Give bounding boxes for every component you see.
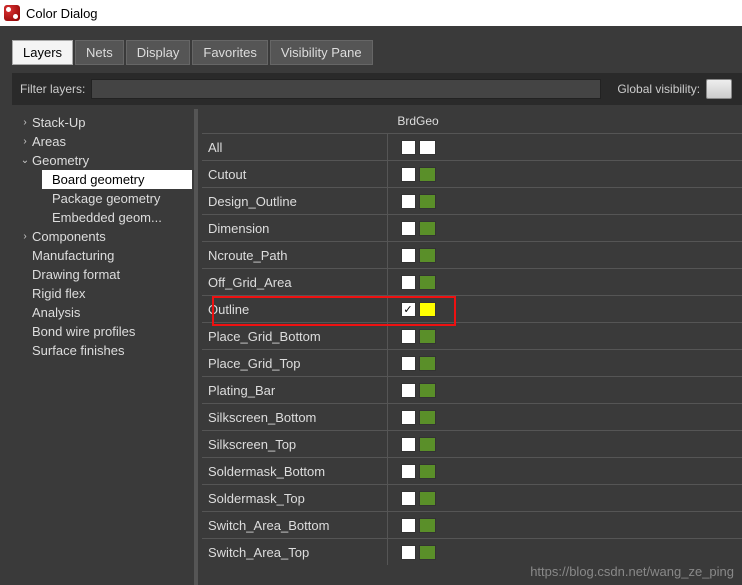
layer-name: Dimension <box>202 215 388 241</box>
tab-visibility-pane[interactable]: Visibility Pane <box>270 40 373 65</box>
global-visibility-button[interactable] <box>706 79 732 99</box>
visibility-checkbox[interactable] <box>401 491 416 506</box>
layer-row: Silkscreen_Bottom <box>202 403 742 430</box>
visibility-checkbox[interactable] <box>401 167 416 182</box>
layer-name: Silkscreen_Top <box>202 431 388 457</box>
titlebar: Color Dialog <box>0 0 742 26</box>
color-swatch[interactable] <box>419 248 436 263</box>
visibility-checkbox[interactable] <box>401 329 416 344</box>
tree-item-drawing-format[interactable]: Drawing format <box>14 265 192 284</box>
layer-name: Cutout <box>202 161 388 187</box>
color-swatch[interactable] <box>419 221 436 236</box>
chevron-right-icon: › <box>18 136 32 147</box>
layer-name: Place_Grid_Bottom <box>202 323 388 349</box>
tab-layers[interactable]: Layers <box>12 40 73 65</box>
layer-name: Outline <box>202 296 388 322</box>
layer-row: Design_Outline <box>202 187 742 214</box>
tree-item-analysis[interactable]: Analysis <box>14 303 192 322</box>
layer-name: Place_Grid_Top <box>202 350 388 376</box>
layer-name: Ncroute_Path <box>202 242 388 268</box>
color-swatch[interactable] <box>419 356 436 371</box>
layer-row: Place_Grid_Top <box>202 349 742 376</box>
filter-label: Filter layers: <box>20 82 85 96</box>
layer-name: Soldermask_Bottom <box>202 458 388 484</box>
layer-row: Off_Grid_Area <box>202 268 742 295</box>
tree-item-components[interactable]: ›Components <box>14 227 192 246</box>
chevron-right-icon: › <box>18 117 32 128</box>
tree-item-package-geometry[interactable]: Package geometry <box>14 189 192 208</box>
grid-header: BrdGeo <box>202 109 742 133</box>
tree-item-bond-wire[interactable]: Bond wire profiles <box>14 322 192 341</box>
layer-name: Off_Grid_Area <box>202 269 388 295</box>
color-swatch[interactable] <box>419 464 436 479</box>
layer-row: Dimension <box>202 214 742 241</box>
tab-nets[interactable]: Nets <box>75 40 124 65</box>
window-title: Color Dialog <box>26 6 98 21</box>
chevron-right-icon: › <box>18 231 32 242</box>
layer-row: Plating_Bar <box>202 376 742 403</box>
color-swatch[interactable] <box>419 140 436 155</box>
layer-grid: BrdGeo AllCutoutDesign_OutlineDimensionN… <box>202 109 742 585</box>
color-swatch[interactable] <box>419 491 436 506</box>
app-icon <box>4 5 20 21</box>
color-swatch[interactable] <box>419 194 436 209</box>
color-swatch[interactable] <box>419 383 436 398</box>
layer-row: Silkscreen_Top <box>202 430 742 457</box>
chevron-down-icon: ⌄ <box>18 155 32 166</box>
visibility-checkbox[interactable] <box>401 545 416 560</box>
visibility-checkbox[interactable] <box>401 383 416 398</box>
visibility-checkbox[interactable] <box>401 194 416 209</box>
layer-row: Place_Grid_Bottom <box>202 322 742 349</box>
tab-bar: Layers Nets Display Favorites Visibility… <box>12 40 742 65</box>
layer-row: Ncroute_Path <box>202 241 742 268</box>
layer-name: Switch_Area_Bottom <box>202 512 388 538</box>
layer-row: Switch_Area_Bottom <box>202 511 742 538</box>
color-swatch[interactable] <box>419 437 436 452</box>
visibility-checkbox[interactable]: ✓ <box>401 302 416 317</box>
layer-row: Cutout <box>202 160 742 187</box>
layer-row: Soldermask_Top <box>202 484 742 511</box>
visibility-checkbox[interactable] <box>401 410 416 425</box>
tree-item-geometry[interactable]: ⌄Geometry <box>14 151 192 170</box>
tab-display[interactable]: Display <box>126 40 191 65</box>
tree-item-surface-finishes[interactable]: Surface finishes <box>14 341 192 360</box>
visibility-checkbox[interactable] <box>401 221 416 236</box>
tree-item-stackup[interactable]: ›Stack-Up <box>14 113 192 132</box>
tab-favorites[interactable]: Favorites <box>192 40 267 65</box>
layer-name: Silkscreen_Bottom <box>202 404 388 430</box>
visibility-checkbox[interactable] <box>401 356 416 371</box>
color-swatch[interactable] <box>419 275 436 290</box>
layer-name: Plating_Bar <box>202 377 388 403</box>
column-header-brdgeo: BrdGeo <box>388 114 448 128</box>
color-swatch[interactable] <box>419 518 436 533</box>
layer-row: Switch_Area_Top <box>202 538 742 565</box>
color-swatch[interactable] <box>419 302 436 317</box>
layer-name: All <box>202 134 388 160</box>
layer-name: Switch_Area_Top <box>202 539 388 565</box>
visibility-checkbox[interactable] <box>401 464 416 479</box>
visibility-checkbox[interactable] <box>401 248 416 263</box>
visibility-checkbox[interactable] <box>401 437 416 452</box>
layer-row: Soldermask_Bottom <box>202 457 742 484</box>
layer-name: Soldermask_Top <box>202 485 388 511</box>
tree-item-board-geometry[interactable]: Board geometry <box>42 170 192 189</box>
color-swatch[interactable] <box>419 545 436 560</box>
tree-item-embedded-geom[interactable]: Embedded geom... <box>14 208 192 227</box>
visibility-checkbox[interactable] <box>401 275 416 290</box>
visibility-checkbox[interactable] <box>401 140 416 155</box>
layer-row: All <box>202 133 742 160</box>
visibility-checkbox[interactable] <box>401 518 416 533</box>
tree-item-manufacturing[interactable]: Manufacturing <box>14 246 192 265</box>
color-swatch[interactable] <box>419 329 436 344</box>
color-swatch[interactable] <box>419 167 436 182</box>
layer-tree: ›Stack-Up ›Areas ⌄Geometry Board geometr… <box>12 109 198 585</box>
layer-name: Design_Outline <box>202 188 388 214</box>
global-visibility-label: Global visibility: <box>617 82 700 96</box>
layer-row: Outline ✓ <box>202 295 742 322</box>
tree-item-areas[interactable]: ›Areas <box>14 132 192 151</box>
color-swatch[interactable] <box>419 410 436 425</box>
filter-row: Filter layers: Global visibility: <box>12 73 742 105</box>
filter-input[interactable] <box>91 79 601 99</box>
tree-item-rigid-flex[interactable]: Rigid flex <box>14 284 192 303</box>
